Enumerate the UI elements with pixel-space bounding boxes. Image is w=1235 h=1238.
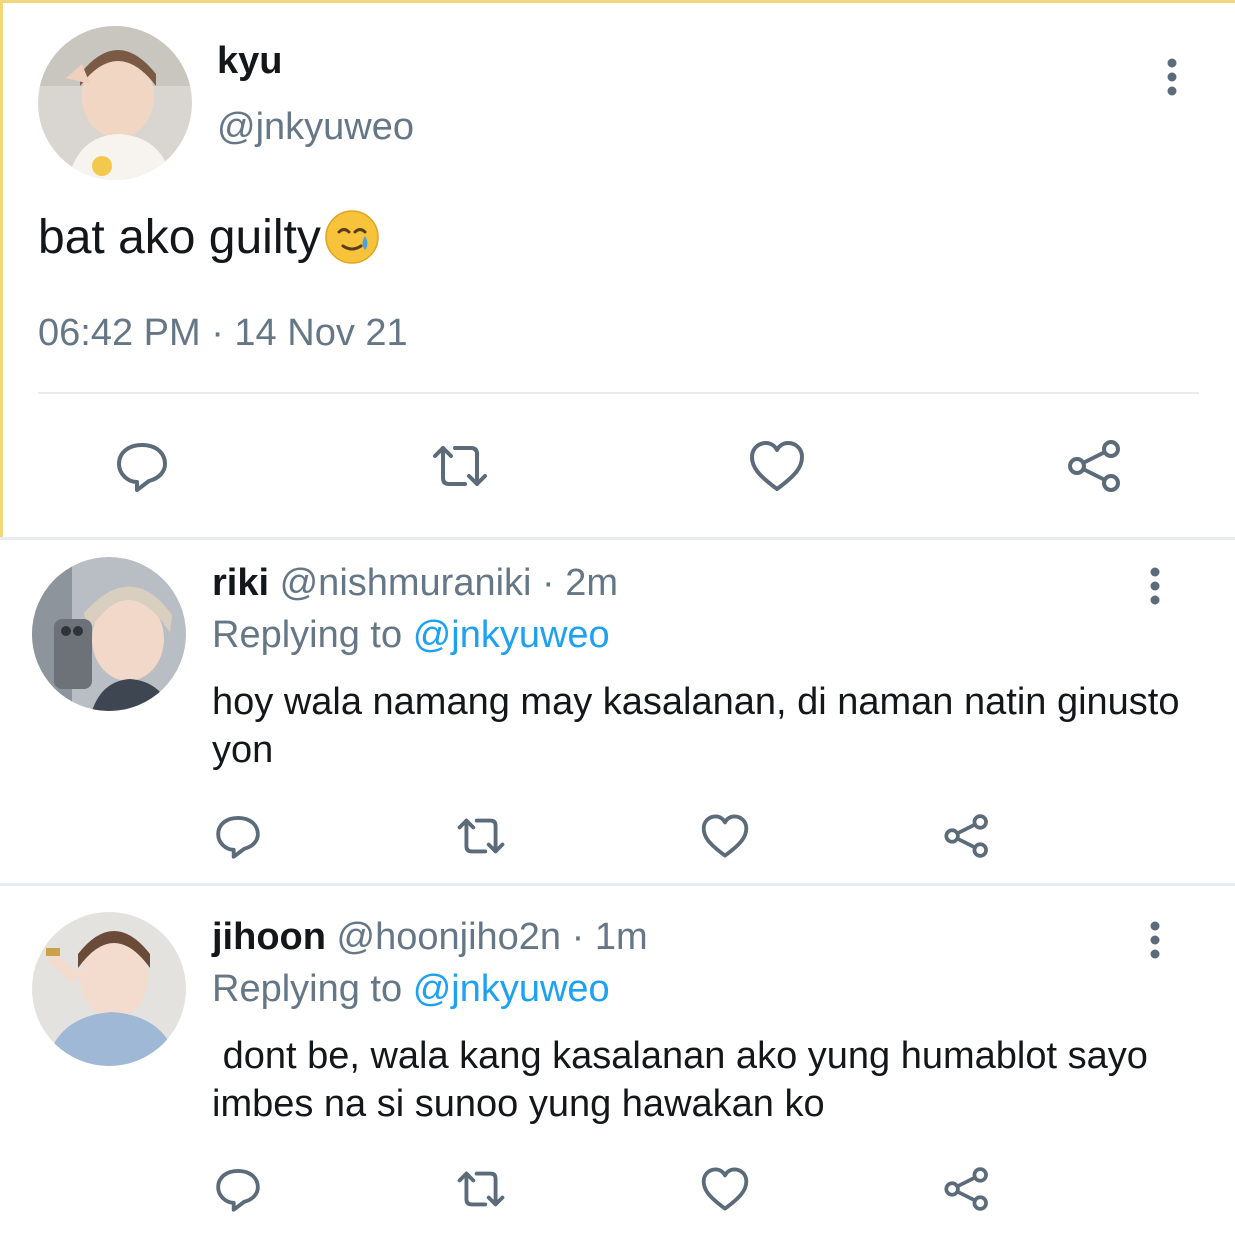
display-name[interactable]: riki <box>212 562 269 604</box>
retweet-icon <box>433 446 487 486</box>
replying-to: Replying to @jnkyuweo <box>212 614 610 657</box>
share-button[interactable] <box>1064 436 1126 496</box>
replying-prefix: Replying to <box>212 614 403 656</box>
reply-button[interactable] <box>112 436 172 496</box>
divider <box>0 883 1235 886</box>
more-options-icon[interactable] <box>1152 55 1192 99</box>
handle-and-time[interactable]: @hoonjiho2n · 1m <box>337 916 648 958</box>
share-button[interactable] <box>940 810 994 862</box>
display-name[interactable]: jihoon <box>212 916 326 958</box>
replying-to: Replying to @jnkyuweo <box>212 968 610 1011</box>
replying-to-link[interactable]: @jnkyuweo <box>413 968 610 1010</box>
tweet-text: bat ako guilty <box>38 208 381 266</box>
reply-icon <box>117 443 167 492</box>
retweet-icon <box>457 818 505 854</box>
tweet-text-content: bat ako guilty <box>38 210 321 264</box>
replying-to-link[interactable]: @jnkyuweo <box>413 614 610 656</box>
reply-header: jihoon @hoonjiho2n · 1m <box>212 916 648 959</box>
retweet-icon <box>457 1171 505 1207</box>
share-icon <box>944 1167 988 1211</box>
replying-prefix: Replying to <box>212 968 403 1010</box>
reply-icon <box>216 815 260 859</box>
divider <box>38 392 1199 394</box>
retweet-button[interactable] <box>425 436 495 496</box>
share-icon <box>1068 440 1120 492</box>
display-name[interactable]: kyu <box>217 40 282 83</box>
reply-text: dont be, wala kang kasalanan ako yung hu… <box>212 1035 1159 1125</box>
like-icon <box>701 1167 749 1211</box>
like-icon <box>750 441 804 491</box>
like-button[interactable] <box>698 1163 752 1215</box>
like-button[interactable] <box>746 436 808 496</box>
share-button[interactable] <box>940 1163 994 1215</box>
avatar[interactable] <box>32 557 186 711</box>
user-handle[interactable]: @jnkyuweo <box>217 106 414 149</box>
more-options-icon[interactable] <box>1135 564 1175 608</box>
top-frame-edge <box>0 0 1235 3</box>
left-frame-edge <box>0 0 3 540</box>
face-holding-back-tears-icon <box>323 208 381 266</box>
like-icon <box>701 814 749 858</box>
more-options-icon[interactable] <box>1135 918 1175 962</box>
divider <box>0 537 1235 540</box>
reply-button[interactable] <box>212 810 264 862</box>
reply-icon <box>216 1168 260 1212</box>
tweet-timestamp[interactable]: 06:42 PM · 14 Nov 21 <box>38 312 408 355</box>
like-button[interactable] <box>698 810 752 862</box>
retweet-button[interactable] <box>450 1163 512 1215</box>
reply-text: hoy wala namang may kasalanan, di naman … <box>212 681 1191 771</box>
avatar[interactable] <box>32 912 186 1066</box>
share-icon <box>944 814 988 858</box>
avatar[interactable] <box>38 26 192 180</box>
retweet-button[interactable] <box>450 810 512 862</box>
reply-header: riki @nishmuraniki · 2m <box>212 562 618 605</box>
reply-button[interactable] <box>212 1163 264 1215</box>
handle-and-time[interactable]: @nishmuraniki · 2m <box>280 562 618 604</box>
